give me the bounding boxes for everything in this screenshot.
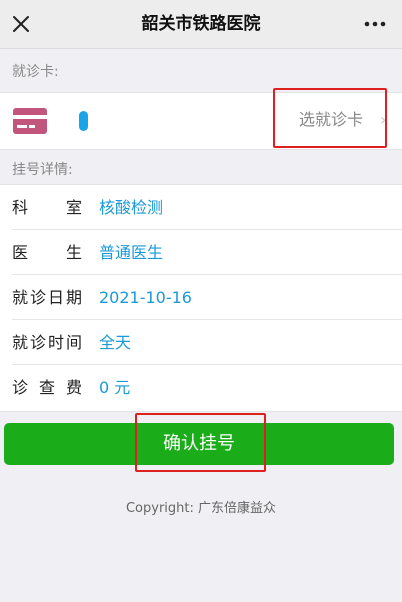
detail-label: 科室 bbox=[12, 198, 82, 217]
copyright-text: Copyright: 广东倍康益众 bbox=[125, 501, 277, 516]
details-list: 科室 核酸检测 医生 普通医生 就诊日期 2021-10-16 就诊时间 全天 … bbox=[0, 184, 402, 412]
card-select-row[interactable]: 选就诊卡 › bbox=[0, 92, 402, 150]
chevron-right-icon: › bbox=[380, 110, 387, 129]
detail-row-doctor: 医生 普通医生 bbox=[0, 230, 402, 275]
detail-value: 0 元 bbox=[99, 378, 131, 397]
confirm-registration-button[interactable]: 确认挂号 bbox=[4, 423, 394, 465]
detail-row-date: 就诊日期 2021-10-16 bbox=[0, 275, 402, 320]
detail-row-fee: 诊查费 0 元 bbox=[0, 365, 402, 410]
card-section-label: 就诊卡: bbox=[12, 64, 59, 80]
page-title: 韶关市铁路医院 bbox=[141, 14, 261, 34]
card-icon bbox=[13, 108, 47, 134]
select-card-button[interactable]: 选就诊卡 bbox=[299, 93, 363, 147]
detail-row-department: 科室 核酸检测 bbox=[0, 185, 402, 230]
detail-label: 就诊时间 bbox=[12, 333, 82, 352]
detail-label: 医生 bbox=[12, 243, 82, 262]
details-section-label: 挂号详情: bbox=[12, 162, 73, 178]
detail-value: 核酸检测 bbox=[99, 198, 164, 217]
more-icon[interactable] bbox=[364, 14, 386, 34]
detail-value: 全天 bbox=[99, 333, 132, 352]
detail-label: 就诊日期 bbox=[12, 288, 82, 307]
detail-value: 2021-10-16 bbox=[99, 288, 192, 307]
card-number-masked bbox=[79, 111, 88, 131]
detail-label: 诊查费 bbox=[12, 378, 82, 397]
nav-bar: 韶关市铁路医院 bbox=[0, 0, 402, 49]
detail-row-time: 就诊时间 全天 bbox=[0, 320, 402, 365]
detail-value: 普通医生 bbox=[99, 243, 164, 262]
